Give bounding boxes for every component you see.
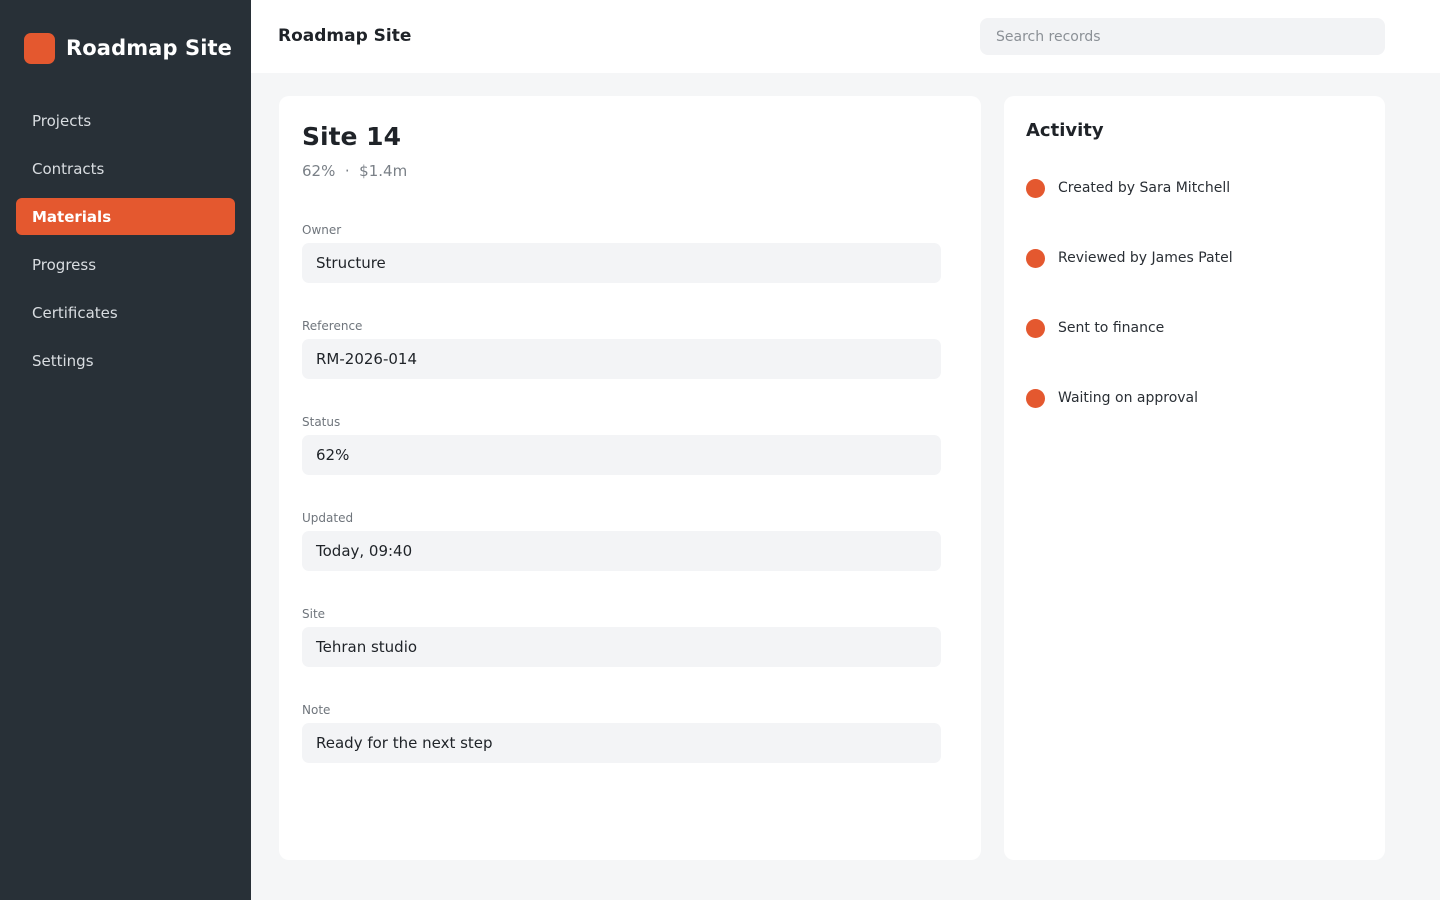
activity-panel: Activity Created by Sara Mitchell Review… xyxy=(1004,96,1385,860)
sidebar: Roadmap Site Projects Contracts Material… xyxy=(0,0,251,900)
record-fields: Owner Structure Reference RM-2026-014 St… xyxy=(302,223,941,799)
updated-field[interactable]: Today, 09:40 xyxy=(302,531,941,571)
activity-text: Reviewed by James Patel xyxy=(1058,250,1233,266)
field-label: Note xyxy=(302,703,331,717)
field-label: Updated xyxy=(302,511,354,525)
list-item: Sent to finance xyxy=(1026,319,1366,389)
brand-name: Roadmap Site xyxy=(66,36,233,60)
site-field[interactable]: Tehran studio xyxy=(302,627,941,667)
record-card: Site 14 62% · $1.4m Owner Structure Refe… xyxy=(279,96,981,860)
sidebar-item-certificates[interactable]: Certificates xyxy=(16,294,235,331)
activity-text: Created by Sara Mitchell xyxy=(1058,180,1231,196)
status-dot-icon xyxy=(1026,249,1045,268)
status-dot-icon xyxy=(1026,179,1045,198)
sidebar-item-progress[interactable]: Progress xyxy=(16,246,235,283)
record-title: Site 14 xyxy=(302,122,401,151)
sidebar-item-contracts[interactable]: Contracts xyxy=(16,150,235,187)
sidebar-item-settings[interactable]: Settings xyxy=(16,342,235,379)
list-item: Waiting on approval xyxy=(1026,389,1366,459)
search-input[interactable] xyxy=(980,18,1385,55)
status-dot-icon xyxy=(1026,319,1045,338)
record-meta: 62% · $1.4m xyxy=(302,162,408,180)
page-title: Roadmap Site xyxy=(278,26,412,46)
status-field[interactable]: 62% xyxy=(302,435,941,475)
field-note: Note Ready for the next step xyxy=(302,703,941,799)
field-updated: Updated Today, 09:40 xyxy=(302,511,941,607)
activity-title: Activity xyxy=(1026,120,1104,141)
activity-text: Waiting on approval xyxy=(1058,390,1199,406)
owner-field[interactable]: Structure xyxy=(302,243,941,283)
field-label: Owner xyxy=(302,223,342,237)
sidebar-nav: Projects Contracts Materials Progress Ce… xyxy=(16,102,235,390)
field-label: Site xyxy=(302,607,326,621)
brand-logo-icon xyxy=(24,32,55,64)
reference-field[interactable]: RM-2026-014 xyxy=(302,339,941,379)
top-bar: Roadmap Site xyxy=(251,0,1440,73)
field-label: Reference xyxy=(302,319,363,333)
field-reference: Reference RM-2026-014 xyxy=(302,319,941,415)
field-site: Site Tehran studio xyxy=(302,607,941,703)
field-label: Status xyxy=(302,415,341,429)
status-dot-icon xyxy=(1026,389,1045,408)
activity-list: Created by Sara Mitchell Reviewed by Jam… xyxy=(1026,179,1366,459)
sidebar-item-materials[interactable]: Materials xyxy=(16,198,235,235)
activity-text: Sent to finance xyxy=(1058,320,1165,336)
brand[interactable]: Roadmap Site xyxy=(24,28,232,68)
field-status: Status 62% xyxy=(302,415,941,511)
sidebar-item-projects[interactable]: Projects xyxy=(16,102,235,139)
note-field[interactable]: Ready for the next step xyxy=(302,723,941,763)
list-item: Reviewed by James Patel xyxy=(1026,249,1366,319)
field-owner: Owner Structure xyxy=(302,223,941,319)
list-item: Created by Sara Mitchell xyxy=(1026,179,1366,249)
